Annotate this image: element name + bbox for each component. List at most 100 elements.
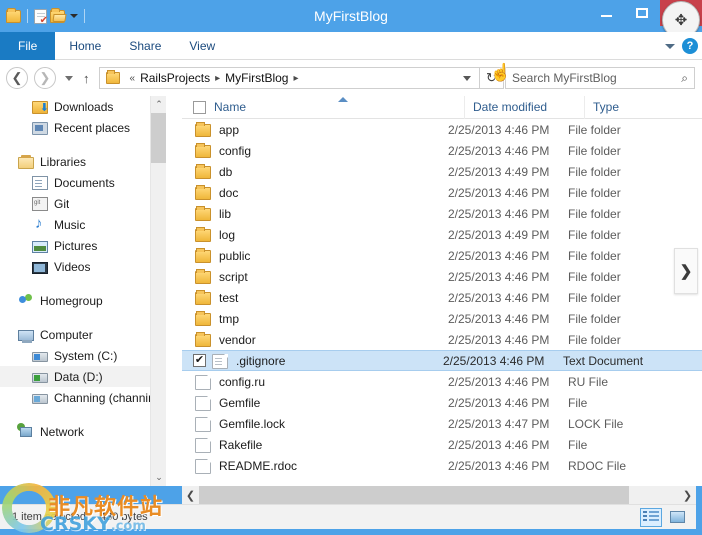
file-name-label: log [219, 227, 236, 242]
table-row[interactable]: Rakefile 2/25/2013 4:46 PM File [182, 434, 702, 455]
table-row[interactable]: config 2/25/2013 4:46 PM File folder [182, 140, 702, 161]
breadcrumb-separator-icon[interactable]: ▸ [215, 73, 220, 84]
chevron-down-icon[interactable] [665, 43, 675, 49]
file-type-cell: Text Document [563, 353, 644, 368]
column-header-type[interactable]: Type [584, 96, 694, 119]
scroll-right-button[interactable]: ❯ [679, 486, 696, 504]
recent-locations-icon[interactable] [65, 75, 73, 81]
table-row[interactable]: log 2/25/2013 4:49 PM File folder [182, 224, 702, 245]
table-row[interactable]: vendor 2/25/2013 4:46 PM File folder [182, 329, 702, 350]
sidebar-item-pictures[interactable]: Pictures [0, 235, 166, 256]
table-row[interactable]: app 2/25/2013 4:46 PM File folder [182, 119, 702, 140]
scrollbar-thumb[interactable] [151, 113, 166, 163]
new-folder-icon[interactable] [50, 7, 65, 23]
breadcrumb[interactable]: « RailsProjects ▸ MyFirstBlog ▸ [98, 67, 480, 89]
file-name-cell: doc [182, 185, 440, 200]
folder-icon[interactable] [6, 7, 21, 23]
column-header-date-modified[interactable]: Date modified [464, 96, 584, 119]
next-pane-button[interactable]: ❯ [674, 248, 698, 294]
tab-file[interactable]: File [0, 32, 56, 60]
table-row[interactable]: README.rdoc 2/25/2013 4:46 PM RDOC File [182, 455, 702, 476]
large-icons-view-icon [669, 511, 685, 523]
table-row[interactable]: config.ru 2/25/2013 4:46 PM RU File [182, 371, 702, 392]
sidebar-item-label: Computer [40, 327, 93, 342]
chevron-down-icon[interactable] [70, 14, 78, 18]
search-placeholder: Search MyFirstBlog [512, 71, 617, 85]
breadcrumb-dropdown-icon[interactable] [463, 75, 471, 81]
table-row[interactable]: script 2/25/2013 4:46 PM File folder [182, 266, 702, 287]
sidebar-item-videos[interactable]: Videos [0, 256, 166, 277]
scroll-down-button[interactable]: ⌄ [151, 469, 166, 486]
table-row[interactable]: test 2/25/2013 4:46 PM File folder [182, 287, 702, 308]
tab-share[interactable]: Share [115, 32, 175, 60]
refresh-button[interactable]: ↻ ☝ [480, 64, 511, 89]
sidebar-item-documents[interactable]: Documents [0, 172, 166, 193]
status-bar: 1 item selected 430 bytes [0, 504, 696, 529]
forward-button[interactable]: ❯ [34, 67, 56, 89]
sidebar-item-computer[interactable]: Computer [0, 324, 166, 345]
select-all-checkbox[interactable] [193, 100, 206, 114]
quick-access-toolbar [6, 4, 88, 28]
folder-icon [195, 206, 211, 221]
sidebar-item-music[interactable]: Music [0, 214, 166, 235]
breadcrumb-separator-icon[interactable]: ▸ [293, 73, 298, 84]
scroll-left-button[interactable]: ❮ [182, 486, 199, 504]
sidebar-item-label: Documents [54, 175, 115, 190]
file-date-cell: 2/25/2013 4:49 PM [448, 227, 550, 242]
search-input[interactable]: Search MyFirstBlog ⌕ [505, 67, 695, 89]
back-button[interactable]: ❮ [6, 67, 28, 89]
up-button[interactable]: ↑ [83, 71, 90, 86]
table-row[interactable]: Gemfile.lock 2/25/2013 4:47 PM LOCK File [182, 413, 702, 434]
file-name-cell: ✔ .gitignore [182, 353, 435, 369]
sidebar-item-recent-places[interactable]: Recent places [0, 117, 166, 138]
recent-places-icon [32, 122, 48, 135]
file-name-cell: lib [182, 206, 440, 221]
table-row[interactable]: public 2/25/2013 4:46 PM File folder [182, 245, 702, 266]
sidebar-item-libraries[interactable]: Libraries [0, 151, 166, 172]
table-row[interactable]: tmp 2/25/2013 4:46 PM File folder [182, 308, 702, 329]
sidebar-item-system-c[interactable]: System (C:) [0, 345, 166, 366]
breadcrumb-item-railsprojects[interactable]: RailsProjects [140, 71, 210, 85]
properties-icon[interactable] [34, 8, 48, 26]
scrollbar-track[interactable] [151, 163, 166, 469]
folder-icon [195, 185, 211, 200]
table-row[interactable]: doc 2/25/2013 4:46 PM File folder [182, 182, 702, 203]
table-row[interactable]: db 2/25/2013 4:49 PM File folder [182, 161, 702, 182]
table-row[interactable]: Gemfile 2/25/2013 4:46 PM File [182, 392, 702, 413]
table-row[interactable]: ✔ .gitignore 2/25/2013 4:46 PM Text Documen… [182, 350, 702, 371]
breadcrumb-prefix: « [129, 72, 136, 84]
sidebar-item-label: Git [54, 196, 70, 211]
sidebar-item-data-d[interactable]: Data (D:) [0, 366, 166, 387]
horizontal-scrollbar[interactable]: ❮ ❯ [182, 486, 696, 504]
tab-view[interactable]: View [175, 32, 229, 60]
minimize-button[interactable] [588, 0, 624, 26]
row-checkbox[interactable]: ✔ [193, 354, 206, 367]
sidebar-item-downloads[interactable]: Downloads [0, 96, 166, 117]
large-icons-view-button[interactable] [666, 508, 688, 527]
help-icon[interactable]: ? [682, 38, 698, 54]
ribbon-bar: File Home Share View ? [0, 32, 702, 60]
sidebar-item-homegroup[interactable]: Homegroup [0, 290, 166, 311]
file-name-cell: config [182, 143, 440, 158]
libraries-icon [18, 155, 34, 169]
folder-icon [195, 311, 211, 326]
scrollbar-thumb[interactable] [199, 486, 629, 504]
column-header-name[interactable]: Name [206, 96, 464, 119]
scroll-up-button[interactable]: ⌃ [151, 96, 166, 113]
search-icon[interactable]: ⌕ [681, 71, 688, 86]
details-view-icon [643, 511, 659, 523]
sidebar-item-git[interactable]: Git [0, 193, 166, 214]
file-name-label: test [219, 290, 239, 305]
sidebar-item-network[interactable]: Network [0, 421, 166, 442]
table-row[interactable]: lib 2/25/2013 4:46 PM File folder [182, 203, 702, 224]
sidebar-scrollbar[interactable]: ⌃ ⌄ [150, 96, 166, 486]
details-view-button[interactable] [640, 507, 662, 527]
maximize-button[interactable] [624, 0, 660, 26]
file-name-cell: README.rdoc [182, 458, 440, 474]
tab-home[interactable]: Home [55, 32, 115, 60]
breadcrumb-item-myfirstblog[interactable]: MyFirstBlog [225, 71, 288, 85]
sidebar-item-channing[interactable]: Channing (channing [0, 387, 166, 408]
file-name-label: script [219, 269, 248, 284]
